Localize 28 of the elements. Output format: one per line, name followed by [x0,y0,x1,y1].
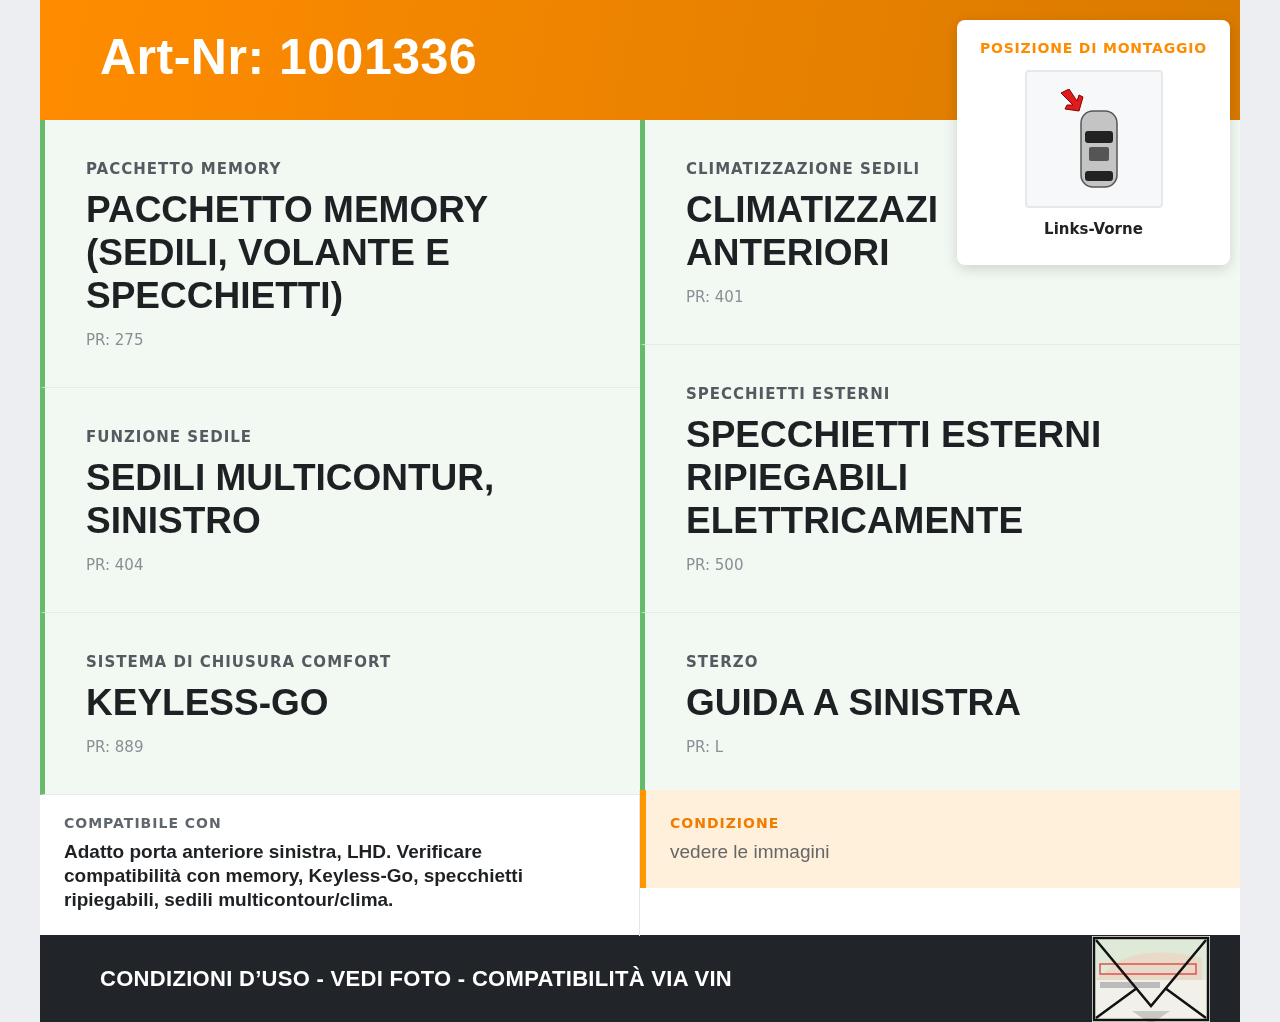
panel-text: vedere le immagini [670,840,831,864]
feature-category: PACCHETTO MEMORY [86,160,283,178]
pr-code: PR: L [686,738,725,756]
feature-value: SEDILI MULTICONTUR, SINISTRO [86,457,495,541]
feature-category: SISTEMA DI CHIUSURA COMFORT [86,653,393,671]
arrow-icon [1060,89,1083,112]
feature-value: SPECCHIETTI ESTERNI RIPIEGABILI ELETTRICAMENTE [686,414,1102,541]
feature-category: FUNZIONE SEDILE [86,428,254,446]
article-number-title: Art-Nr: 1001336 [100,28,478,86]
feature-category: SPECCHIETTI ESTERNI [686,385,892,403]
pr-code: PR: 275 [86,331,145,349]
pr-code: PR: 404 [86,556,145,574]
car-icon [1079,110,1118,188]
feature-category: STERZO [686,653,760,671]
pr-code: PR: 889 [86,738,145,756]
feature-value: GUIDA A SINISTRA [686,682,1022,723]
panel-label: COMPATIBILE CON [64,815,223,831]
feature-value: PACCHETTO MEMORY (SEDILI, VOLANTE E SPECCHIETTI) [86,189,488,316]
footer-text: CONDIZIONI D’USO - VEDI FOTO - COMPATIBILITÀ VIA VIN [99,965,732,992]
feature-category: CLIMATIZZAZIONE SEDILI [686,160,922,178]
panel-text: Adatto porta anteriore sinistra, LHD. Verificare compatibilità con memory, Keyless-Go, specchietti ripiegabili, sedili multicontour/clima. [64,840,524,912]
position-label: Links-Vorne [1044,220,1143,238]
card-heading: POSIZIONE DI MONTAGGIO [979,40,1208,56]
pr-code: PR: 500 [686,556,745,574]
feature-value: KEYLESS-GO [86,682,329,723]
feature-value: CLIMATIZZAZI ANTERIORI [686,189,939,273]
pr-code: PR: 401 [686,288,745,306]
panel-label: CONDIZIONE [670,815,781,831]
